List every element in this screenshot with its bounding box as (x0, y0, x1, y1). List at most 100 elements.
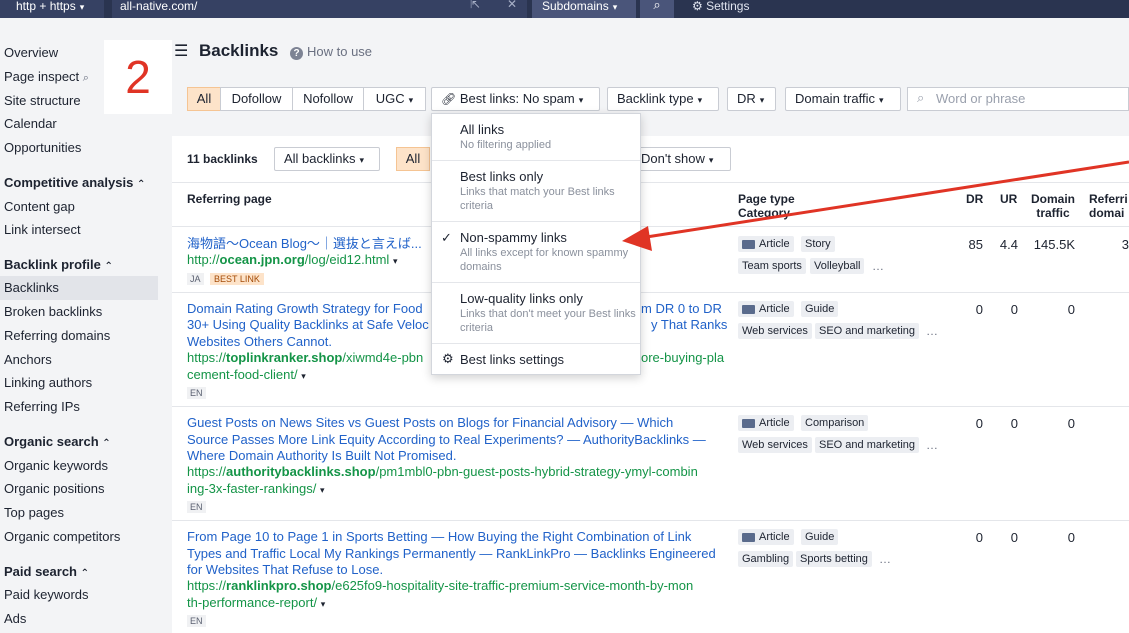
referring-page-title[interactable]: Guest Posts on News Sites vs Guest Posts… (187, 415, 727, 465)
backlink-type-dropdown[interactable]: Backlink type ▾ (607, 87, 719, 111)
filter-ugc[interactable]: UGC ▾ (363, 87, 426, 111)
col-label: Referri (1089, 192, 1128, 206)
filter-dofollow[interactable]: Dofollow (220, 87, 293, 111)
sidebar-item-calendar[interactable]: Calendar (0, 112, 158, 136)
category-tag: Team sports (738, 258, 806, 274)
url-prefix: https:// (187, 464, 227, 479)
col-domain-traffic[interactable]: Domain traffic (1031, 192, 1075, 220)
menu-item-all-links[interactable]: All links No filtering applied (432, 114, 640, 160)
gear-icon: ⚙ (442, 351, 454, 366)
referring-page-title-line[interactable]: y That Ranks (651, 317, 731, 334)
title-line: Types and Traffic Local My Rankings Perm… (187, 545, 716, 561)
sidebar-item-referring-domains[interactable]: Referring domains (0, 324, 158, 348)
menu-item-best-links-only[interactable]: Best links only Links that match your Be… (432, 161, 640, 221)
sidebar-item-organic-competitors[interactable]: Organic competitors (0, 525, 158, 549)
sidebar-item-ads[interactable]: Ads (0, 607, 158, 631)
filter-nofollow[interactable]: Nofollow (292, 87, 364, 111)
clear-icon[interactable]: ✕ (507, 0, 517, 10)
menu-icon[interactable]: ☰ (174, 41, 188, 61)
more-icon[interactable]: … (879, 552, 891, 566)
col-referring-page[interactable]: Referring page (187, 192, 272, 206)
sidebar-item-anchors[interactable]: Anchors (0, 348, 158, 372)
dr-dropdown[interactable]: DR ▾ (727, 87, 776, 111)
chevron-up-icon: ⌃ (102, 438, 111, 449)
sidebar-item-content-gap[interactable]: Content gap (0, 195, 158, 219)
col-label: Category (738, 206, 791, 220)
dr-value: 85 (968, 237, 983, 252)
ur-value: 0 (1010, 530, 1018, 545)
sidebar-section-backlink-profile[interactable]: Backlink profile ⌃ (4, 257, 113, 272)
referring-page-title-tail[interactable]: m DR 0 to DR (641, 301, 731, 318)
referring-page-title[interactable]: Domain Rating Growth Strategy for Food (187, 301, 437, 318)
sidebar-item-label: Site structure (4, 93, 81, 108)
search-button[interactable]: ⌕ (640, 0, 674, 18)
all-backlinks-dropdown[interactable]: All backlinks ▾ (274, 147, 380, 171)
menu-item-desc: All links except for known spammy domain… (460, 247, 629, 273)
sidebar-item-backlinks[interactable]: Backlinks (0, 276, 158, 300)
col-label: domai (1089, 206, 1125, 220)
referring-page-url-tail[interactable]: ore-buying-pla (641, 350, 731, 367)
referring-page-title[interactable]: From Page 10 to Page 1 in Sports Betting… (187, 529, 727, 579)
dr-value: 0 (975, 302, 983, 317)
url-input[interactable]: all-native.com/ ⇱ ✕ (112, 0, 527, 18)
col-referring-domains[interactable]: Referri domai (1089, 192, 1128, 220)
sidebar-item-linking-authors[interactable]: Linking authors (0, 371, 158, 395)
col-page-type[interactable]: Page type Category (738, 192, 795, 220)
language-badge: EN (187, 387, 206, 399)
menu-item-best-links-settings[interactable]: ⚙ Best links settings (432, 344, 640, 374)
ur-value: 4.4 (999, 237, 1018, 252)
referring-page-title-line[interactable]: 30+ Using Quality Backlinks at Safe Velo… (187, 317, 437, 334)
language-badge: EN (187, 615, 206, 627)
more-icon[interactable]: … (926, 324, 938, 338)
menu-item-desc: No filtering applied (460, 139, 552, 151)
sidebar-item-label: Organic positions (4, 481, 105, 496)
referring-page-url[interactable]: https://toplinkranker.shop/xiwmd4e-pbn (187, 350, 437, 367)
chevron-down-icon: ▾ (578, 95, 584, 105)
article-icon (742, 240, 755, 249)
chevron-down-icon: ▾ (759, 95, 765, 105)
sidebar-item-label: Content gap (4, 199, 75, 214)
col-dr[interactable]: DR (966, 192, 983, 206)
sidebar-item-paid-keywords[interactable]: Paid keywords (0, 583, 158, 607)
domain-traffic-dropdown[interactable]: Domain traffic ▾ (785, 87, 901, 111)
referring-page-url[interactable]: https://ranklinkpro.shop/e625fo9-hospita… (187, 578, 727, 612)
menu-item-low-quality-links[interactable]: Low-quality links only Links that don't … (432, 283, 640, 343)
chevron-down-icon: ▾ (359, 155, 365, 165)
sidebar-item-organic-positions[interactable]: Organic positions (0, 477, 158, 501)
gear-icon: ⚙ (692, 0, 703, 13)
dont-show-dropdown[interactable]: Don't show ▾ (632, 147, 731, 171)
sidebar-item-broken-backlinks[interactable]: Broken backlinks (0, 300, 158, 324)
protocol-select[interactable]: http + https ▾ (0, 0, 104, 18)
sidebar-item-referring-ips[interactable]: Referring IPs (0, 395, 158, 419)
referring-page-url[interactable]: https://authoritybacklinks.shop/pm1mbl0-… (187, 464, 727, 498)
ur-value: 0 (1010, 416, 1018, 431)
sidebar-item-organic-keywords[interactable]: Organic keywords (0, 454, 158, 478)
more-icon[interactable]: … (926, 438, 938, 452)
tag-label: Article (759, 303, 790, 315)
menu-item-non-spammy-links[interactable]: ✓ Non-spammy links All links except for … (432, 222, 640, 282)
sidebar-section-paid-search[interactable]: Paid search ⌃ (4, 564, 89, 579)
more-icon[interactable]: … (872, 259, 884, 273)
url-path: th-performance-report/ (187, 594, 318, 610)
search-input[interactable]: ⌕ Word or phrase (907, 87, 1129, 111)
filter-label: Nofollow (303, 91, 353, 106)
mode-select[interactable]: Subdomains ▾ (532, 0, 636, 18)
filter-all[interactable]: All (187, 87, 221, 111)
sidebar-item-opportunities[interactable]: Opportunities (0, 136, 158, 160)
subfilter-all[interactable]: All (396, 147, 430, 171)
sidebar-section-competitive-analysis[interactable]: Competitive analysis ⌃ (4, 175, 145, 190)
filter-label: Dofollow (231, 91, 282, 106)
external-link-icon[interactable]: ⇱ (470, 0, 480, 10)
sidebar-item-link-intersect[interactable]: Link intersect (0, 218, 158, 242)
sidebar-section-organic-search[interactable]: Organic search ⌃ (4, 434, 111, 449)
sidebar-item-top-pages[interactable]: Top pages (0, 501, 158, 525)
how-to-use-link[interactable]: ? How to use (290, 44, 372, 60)
chevron-down-icon: ▾ (79, 2, 85, 12)
page-type-tag: Article (738, 236, 794, 252)
check-icon: ✓ (441, 230, 452, 245)
all-backlinks-label: All backlinks (284, 151, 356, 166)
col-ur[interactable]: UR (1000, 192, 1017, 206)
sidebar-item-label: Ads (4, 611, 27, 626)
settings-button[interactable]: ⚙ Settings (692, 0, 749, 18)
best-links-dropdown[interactable]: 🔗︎ Best links: No spam ▾ (431, 87, 600, 111)
